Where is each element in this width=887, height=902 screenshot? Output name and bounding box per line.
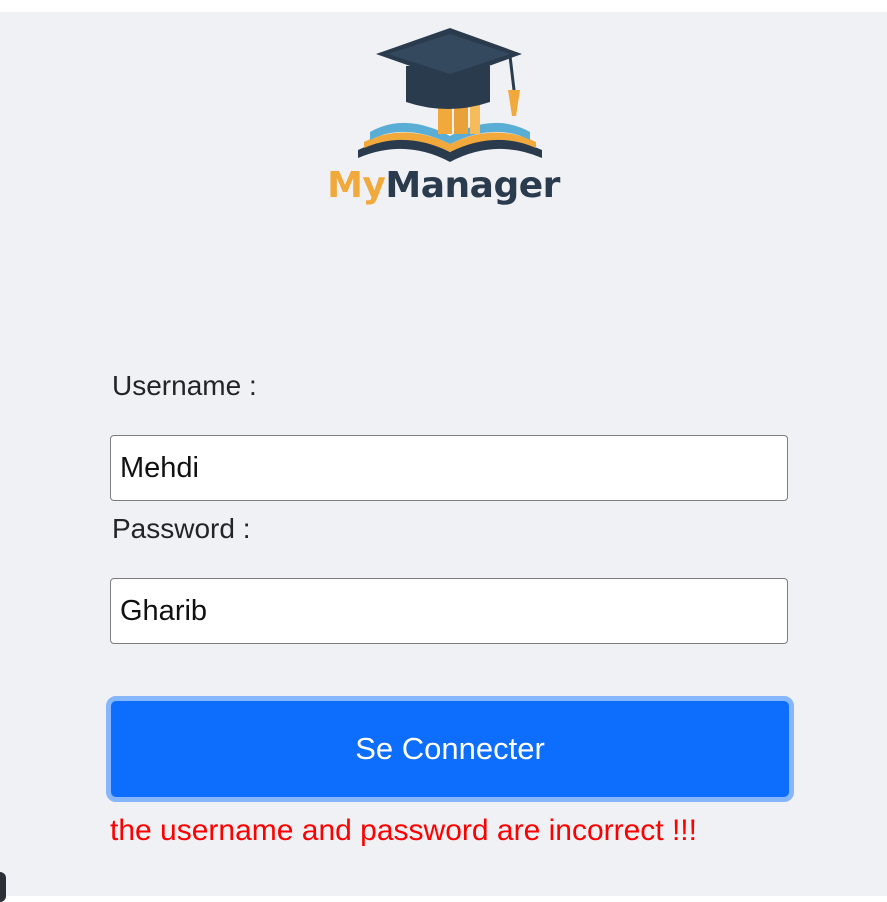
- brand-prefix: My: [327, 165, 386, 206]
- username-label: Username :: [112, 370, 257, 401]
- password-input[interactable]: [110, 578, 788, 644]
- brand-suffix: Manager: [385, 165, 560, 206]
- brand-name: MyManager: [0, 165, 887, 206]
- error-message: the username and password are incorrect …: [110, 814, 697, 847]
- graduation-cap-book-icon: [358, 28, 542, 162]
- password-label: Password :: [112, 513, 251, 544]
- login-button[interactable]: Se Connecter: [106, 696, 794, 802]
- window-corner-edge: [0, 872, 6, 902]
- username-input[interactable]: [110, 435, 788, 501]
